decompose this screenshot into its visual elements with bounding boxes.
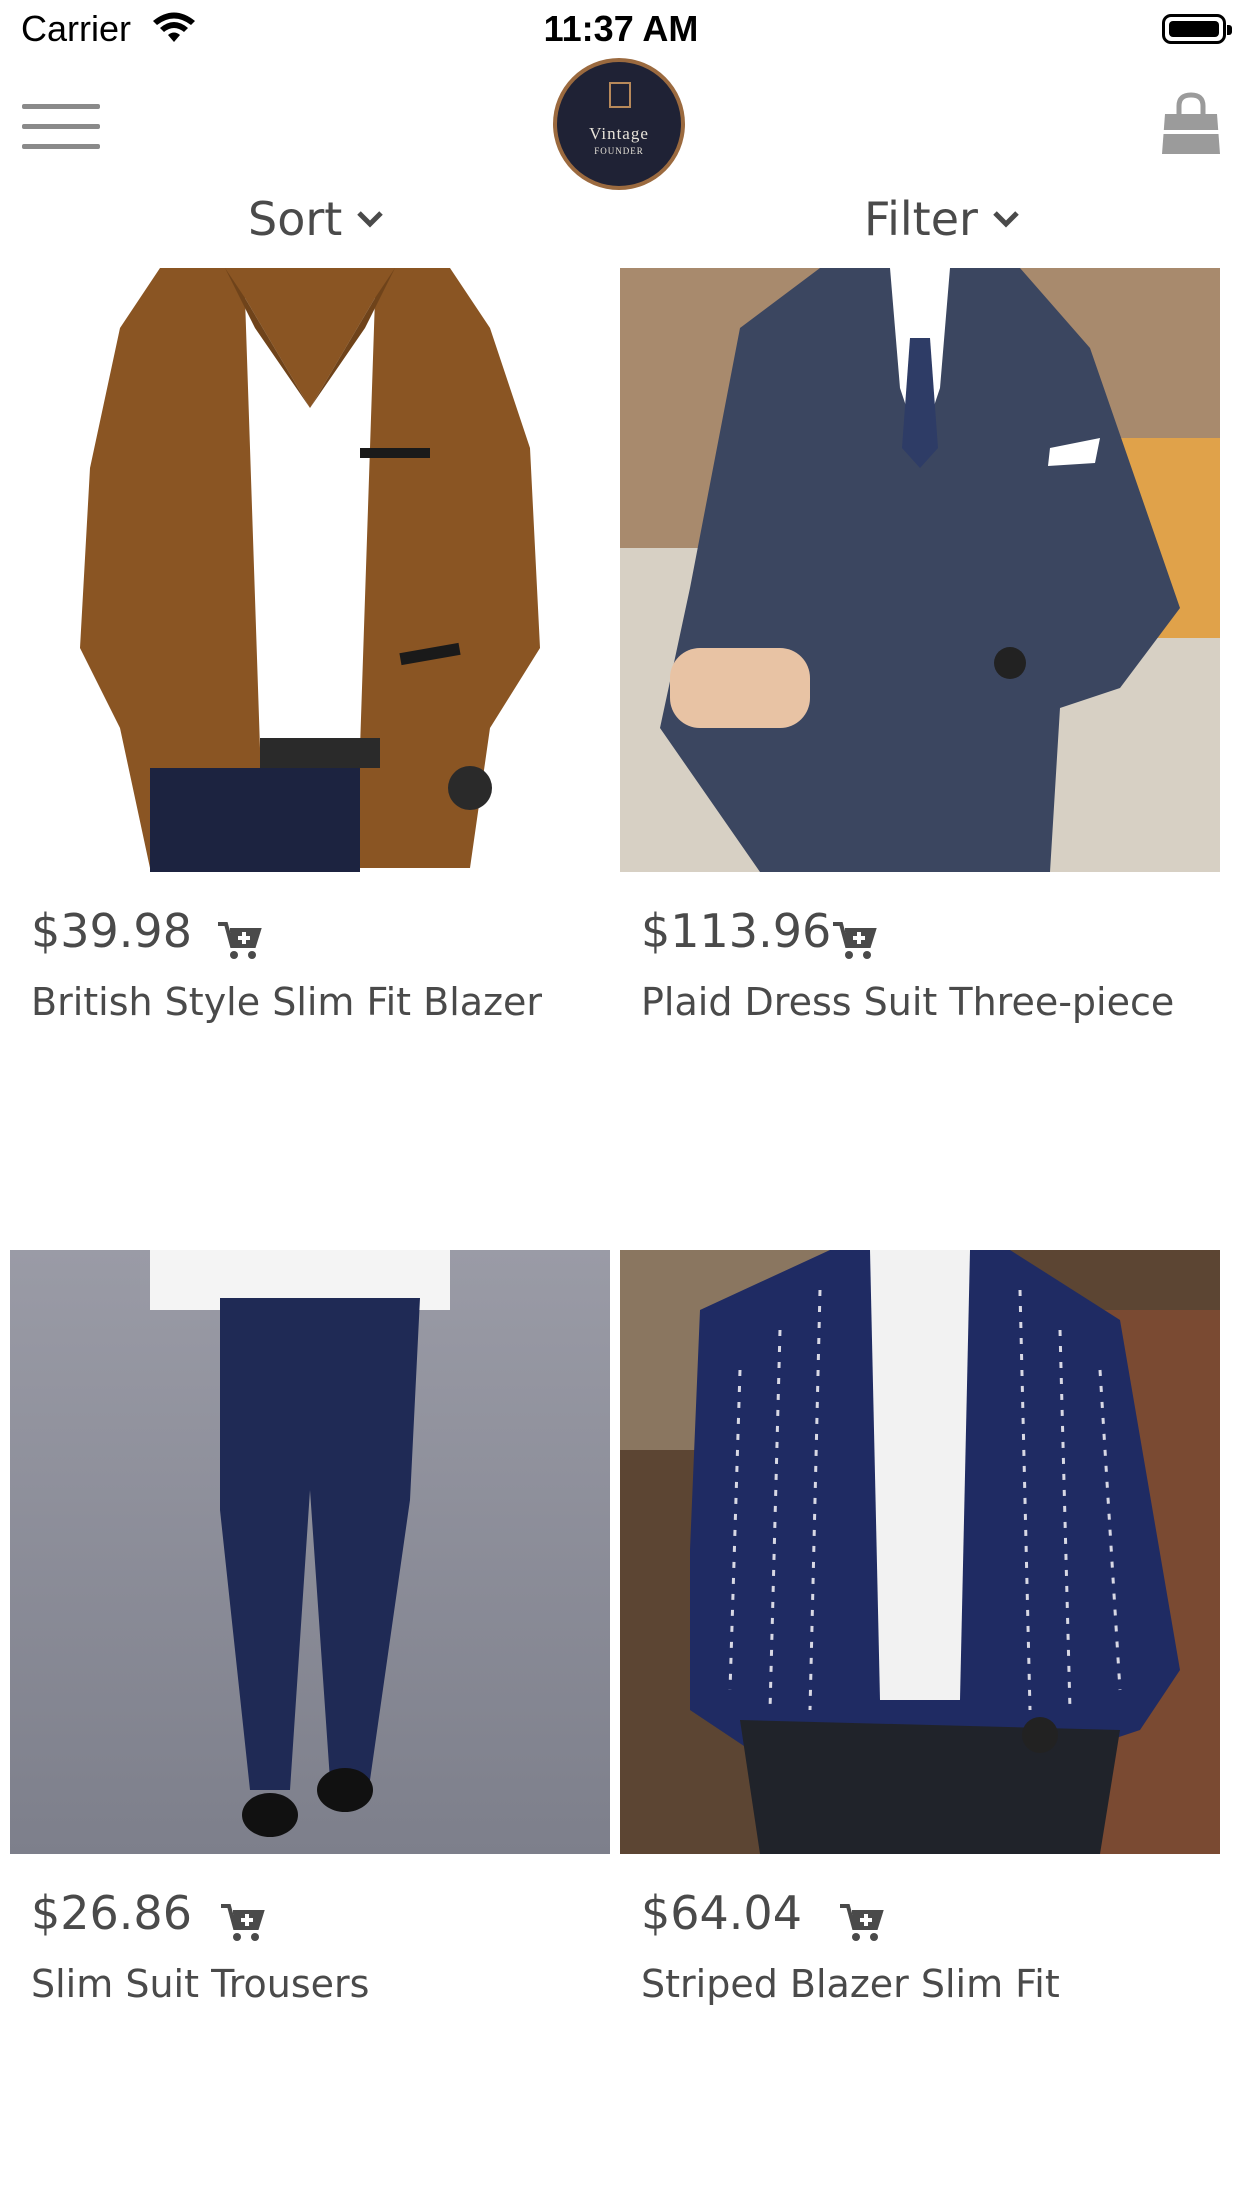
chevron-down-icon [357,211,384,228]
cart-plus-icon[interactable] [838,1902,884,1942]
product-price: $39.98 [31,904,192,958]
product-price: $113.96 [641,904,832,958]
product-name[interactable]: British Style Slim Fit Blazer [31,976,591,1028]
logo-title: Vintage [589,124,649,143]
product-image-plaid-suit[interactable] [620,268,1220,872]
cart-plus-icon[interactable] [831,920,877,960]
logo-mark-icon [609,82,631,108]
sort-label: Sort [248,192,343,246]
filter-label: Filter [864,192,978,246]
product-price: $26.86 [31,1886,192,1940]
menu-button[interactable] [22,100,102,156]
product-price: $64.04 [641,1886,802,1940]
shopping-bag-icon[interactable] [1160,92,1222,156]
status-time: 11:37 AM [543,8,699,49]
product-image-trousers[interactable] [10,1250,610,1854]
product-name[interactable]: Striped Blazer Slim Fit [641,1958,1201,2010]
product-image-blazer[interactable] [10,268,610,872]
product-image-striped-blazer[interactable] [620,1250,1220,1854]
chevron-down-icon [993,211,1019,228]
battery-icon [1162,14,1232,44]
hamburger-icon [22,104,100,109]
brand-logo[interactable]: Vintage FOUNDER [553,58,685,190]
sort-button[interactable]: Sort [248,192,384,246]
filter-button[interactable]: Filter [864,192,1020,246]
status-bar: Carrier 11:37 AM [0,0,1242,60]
product-name[interactable]: Plaid Dress Suit Three-piece [641,976,1201,1028]
cart-plus-icon[interactable] [216,920,262,960]
cart-plus-icon[interactable] [219,1902,265,1942]
logo-subtitle: FOUNDER [594,146,644,156]
product-name[interactable]: Slim Suit Trousers [31,1958,591,2010]
